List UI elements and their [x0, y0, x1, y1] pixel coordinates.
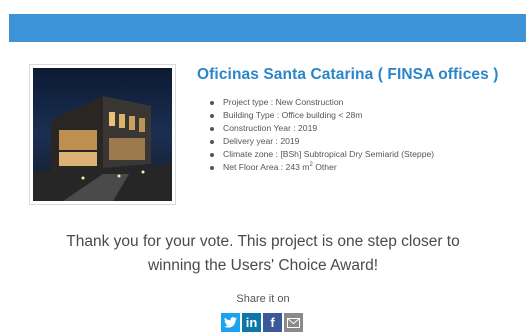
detail-value: 2019	[280, 136, 300, 146]
email-icon	[287, 317, 300, 328]
vote-message-line2: winning the Users' Choice Award!	[147, 257, 379, 274]
detail-label: Construction Year	[223, 123, 291, 133]
email-share-button[interactable]	[284, 313, 303, 332]
detail-value: 243 m	[285, 162, 310, 172]
detail-value: Office building < 28m	[281, 110, 363, 120]
detail-building-type: Building Type : Office building < 28m	[210, 109, 434, 122]
project-details-list: Project type : New Construction Building…	[210, 96, 434, 174]
detail-climate-zone: Climate zone : [BSh] Subtropical Dry Sem…	[210, 148, 434, 161]
detail-label: Net Floor Area	[223, 162, 279, 172]
share-label: Share it on	[236, 293, 290, 305]
twitter-share-button[interactable]	[221, 313, 240, 332]
detail-label: Delivery year	[223, 136, 274, 146]
share-buttons: in f	[221, 313, 303, 332]
detail-construction-year: Construction Year : 2019	[210, 122, 434, 135]
linkedin-icon: in	[245, 315, 258, 330]
facebook-icon: f	[270, 315, 275, 330]
detail-value: 2019	[298, 123, 318, 133]
project-photo-frame[interactable]	[29, 64, 176, 205]
detail-label: Climate zone	[223, 149, 274, 159]
detail-label: Project type	[223, 97, 269, 107]
detail-value: New Construction	[275, 97, 344, 107]
project-title[interactable]: Oficinas Santa Catarina ( FINSA offices …	[197, 66, 499, 84]
building-image	[33, 68, 172, 201]
vote-confirmation-message: Thank you for your vote. This project is…	[0, 230, 526, 278]
detail-label: Building Type	[223, 110, 275, 120]
header-bar	[9, 14, 526, 42]
detail-net-floor-area: Net Floor Area : 243 m2 Other	[210, 161, 434, 174]
detail-delivery-year: Delivery year : 2019	[210, 135, 434, 148]
twitter-icon	[224, 317, 237, 328]
facebook-share-button[interactable]: f	[263, 313, 282, 332]
vote-message-line1: Thank you for your vote. This project is…	[66, 233, 460, 250]
linkedin-share-button[interactable]: in	[242, 313, 261, 332]
detail-suffix: Other	[312, 162, 337, 172]
project-photo[interactable]	[33, 68, 172, 201]
detail-value: [BSh] Subtropical Dry Semiarid (Steppe)	[280, 149, 435, 159]
detail-project-type: Project type : New Construction	[210, 96, 434, 109]
